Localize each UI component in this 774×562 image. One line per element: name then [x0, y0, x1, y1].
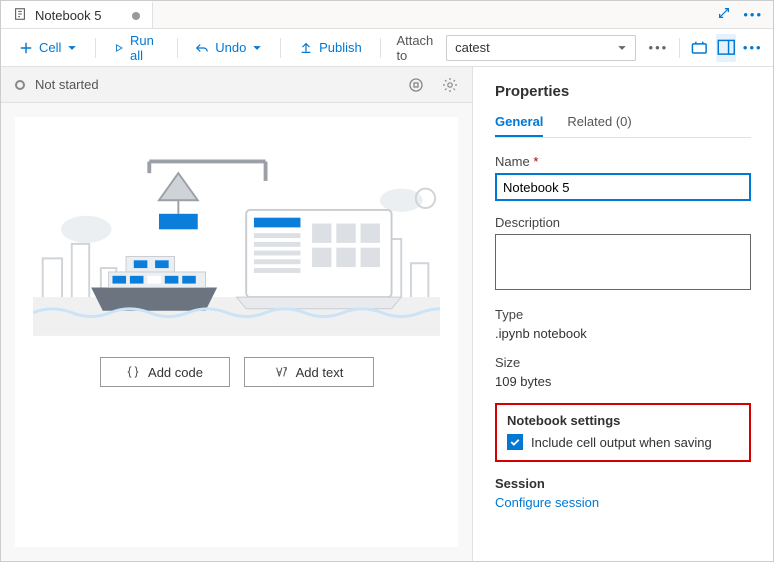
- notebook-tab[interactable]: Notebook 5: [1, 1, 153, 28]
- name-label: Name *: [495, 154, 751, 169]
- attach-to-value: catest: [455, 40, 490, 55]
- chevron-down-icon: [67, 43, 77, 53]
- chevron-down-icon: [617, 43, 627, 53]
- size-value: 109 bytes: [495, 374, 751, 389]
- notebook-settings-header: Notebook settings: [507, 413, 739, 428]
- attach-to-select[interactable]: catest: [446, 35, 636, 61]
- type-label: Type: [495, 307, 751, 322]
- param-icon[interactable]: [689, 34, 710, 62]
- properties-title: Properties: [495, 83, 751, 100]
- notebook-empty-canvas: Add code Add text: [15, 117, 458, 547]
- add-code-label: Add code: [148, 365, 203, 380]
- undo-label: Undo: [215, 40, 246, 55]
- publish-button[interactable]: Publish: [291, 36, 370, 59]
- tab-general[interactable]: General: [495, 114, 543, 137]
- description-input[interactable]: [495, 234, 751, 290]
- configure-session-link[interactable]: Configure session: [495, 495, 751, 510]
- include-output-label: Include cell output when saving: [531, 435, 712, 450]
- tab-title: Notebook 5: [35, 8, 102, 23]
- description-label: Description: [495, 215, 751, 230]
- braces-icon: [126, 365, 140, 379]
- check-icon: [509, 436, 521, 448]
- gear-icon[interactable]: [442, 77, 458, 93]
- add-code-button[interactable]: Add code: [100, 357, 230, 387]
- type-value: .ipynb notebook: [495, 326, 751, 341]
- stop-icon[interactable]: [408, 77, 424, 93]
- unsaved-indicator-icon: [132, 12, 140, 20]
- properties-panel-icon[interactable]: [716, 34, 737, 62]
- text-icon: [274, 365, 288, 379]
- more-icon[interactable]: •••: [743, 7, 763, 22]
- add-text-label: Add text: [296, 365, 344, 380]
- include-output-checkbox[interactable]: [507, 434, 523, 450]
- kernel-status-icon: [15, 80, 25, 90]
- empty-notebook-illustration: [33, 139, 440, 339]
- runall-label: Run all: [130, 33, 159, 63]
- kernel-status-text: Not started: [35, 77, 99, 92]
- chevron-down-icon: [252, 43, 262, 53]
- more-icon[interactable]: •••: [742, 34, 763, 62]
- overflow-icon[interactable]: •••: [648, 34, 669, 62]
- add-text-button[interactable]: Add text: [244, 357, 374, 387]
- tab-related[interactable]: Related (0): [567, 114, 631, 137]
- attach-to-label: Attach to: [396, 33, 434, 63]
- run-all-button[interactable]: Run all: [106, 29, 166, 67]
- undo-button[interactable]: Undo: [187, 36, 270, 59]
- cell-label: Cell: [39, 40, 61, 55]
- name-input[interactable]: [495, 173, 751, 201]
- publish-label: Publish: [319, 40, 362, 55]
- notebook-settings-highlight: Notebook settings Include cell output wh…: [495, 403, 751, 462]
- expand-icon[interactable]: [717, 6, 731, 23]
- notebook-file-icon: [13, 7, 27, 24]
- size-label: Size: [495, 355, 751, 370]
- session-header: Session: [495, 476, 751, 491]
- add-cell-button[interactable]: Cell: [11, 36, 85, 59]
